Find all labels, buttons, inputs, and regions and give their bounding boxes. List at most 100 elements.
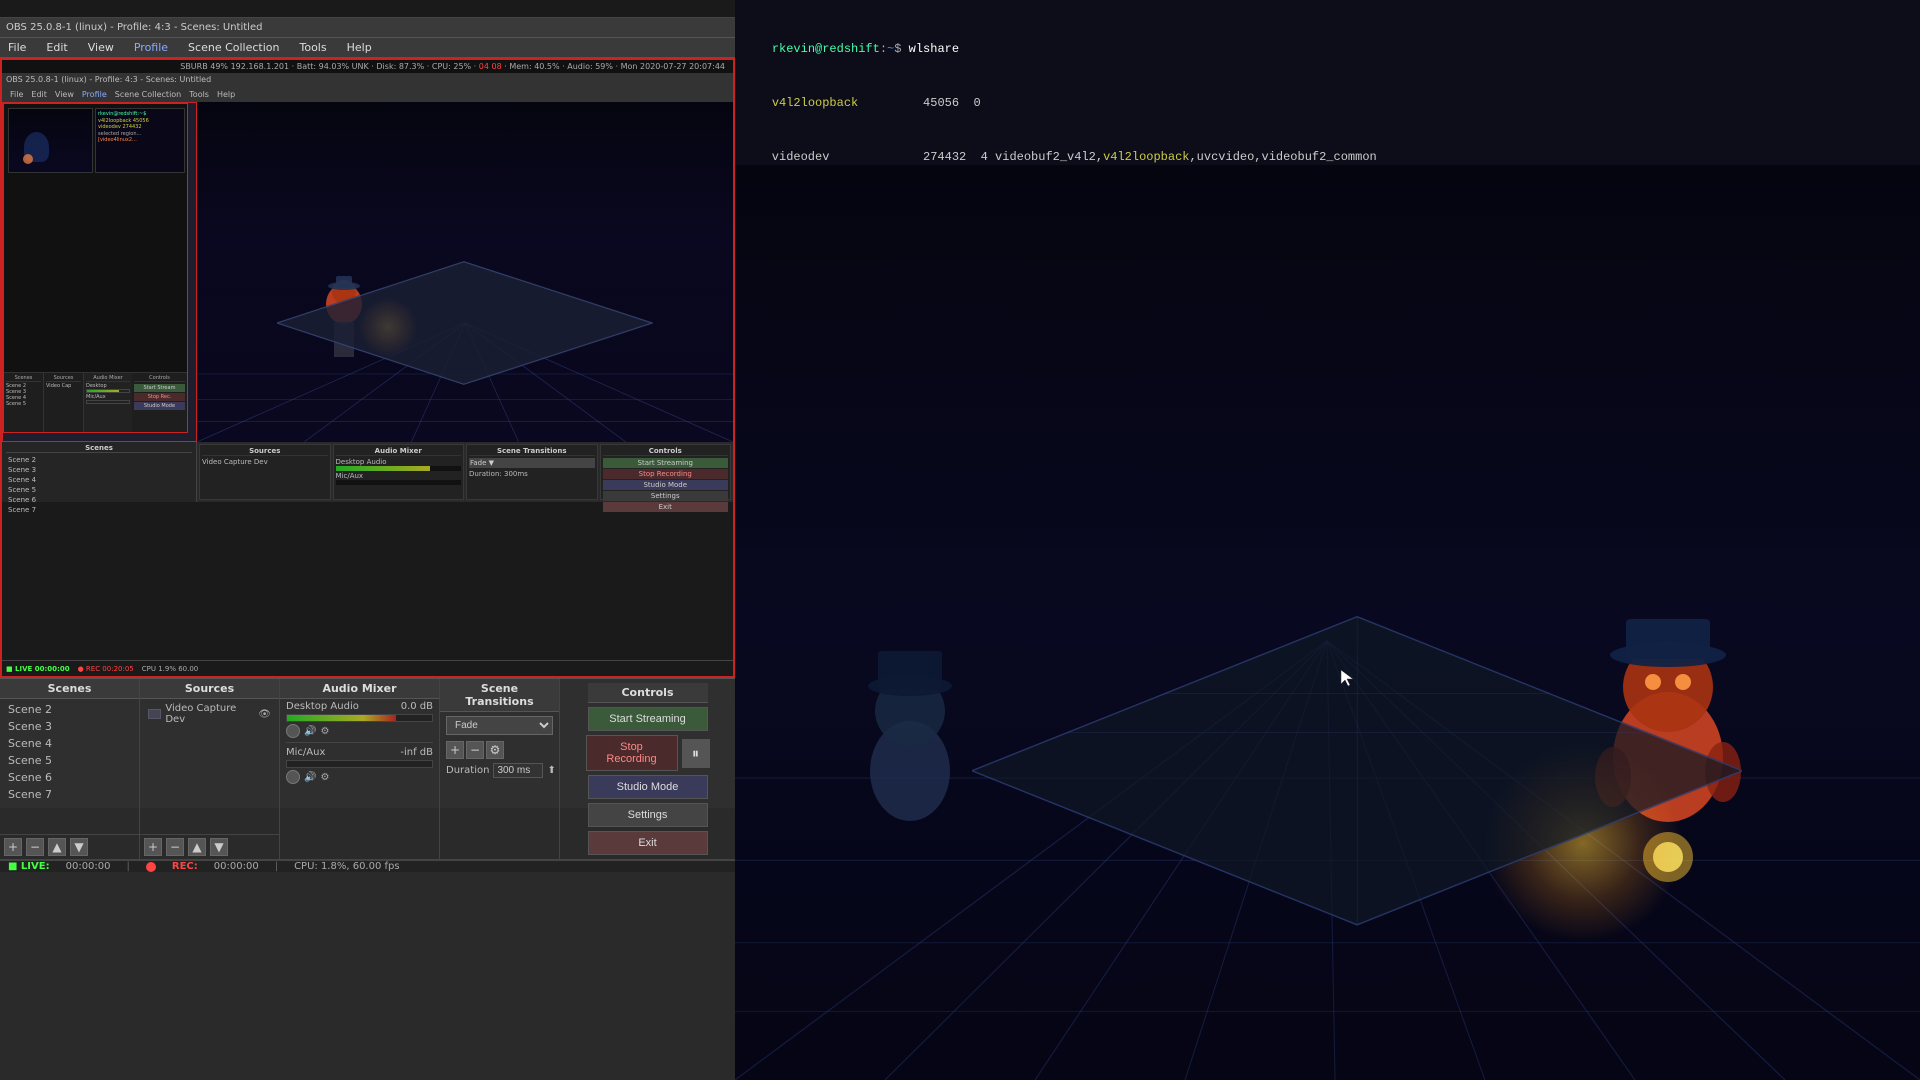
menu-help[interactable]: Help <box>343 41 376 54</box>
mic-aux-controls: 🔊 ⚙ <box>286 770 433 784</box>
stop-recording-button[interactable]: Stop Recording <box>586 735 678 771</box>
audio-mixer-header: Audio Mixer <box>280 679 439 699</box>
scenes-list: Scene 2 Scene 3 Scene 4 Scene 5 Scene 6 … <box>0 699 139 834</box>
inner-cpu: CPU 1.9% 60.00 <box>142 665 199 673</box>
inner-sources: Sources Video Capture Dev <box>199 444 331 500</box>
terminal-line-2: v4l2loopback 45056 0 <box>743 76 1912 130</box>
duration-input[interactable] <box>493 763 543 778</box>
desktop-settings-icon[interactable]: ⚙ <box>320 726 329 737</box>
start-streaming-button[interactable]: Start Streaming <box>588 707 708 731</box>
scenes-add-btn[interactable]: + <box>4 838 22 856</box>
obs-titlebar: OBS 25.0.8-1 (linux) - Profile: 4:3 - Sc… <box>0 18 735 38</box>
sources-up-btn[interactable]: ▲ <box>188 838 206 856</box>
terminal-line-1: rkevin@redshift:~$ wlshare <box>743 22 1912 76</box>
obs-statusbar: ■ LIVE: 00:00:00 | REC: 00:00:00 | CPU: … <box>0 860 735 872</box>
game-scene-large <box>735 165 1920 1080</box>
inner-left-panel: rkevin@redshift:~$ v4l2loopback 45056 vi… <box>2 102 197 442</box>
audio-mixer: Audio Mixer Desktop Audio 0.0 dB 🔊 ⚙ <box>280 679 440 859</box>
desktop-volume-knob[interactable] <box>286 724 300 738</box>
inner-obs-menu: File Edit View Profile Scene Collection … <box>2 88 733 102</box>
scene-item-7[interactable]: Scene 7 <box>0 786 139 803</box>
transition-select[interactable]: Fade Cut Swipe <box>446 716 553 735</box>
scenes-up-btn[interactable]: ▲ <box>48 838 66 856</box>
scene-item-6[interactable]: Scene 6 <box>0 769 139 786</box>
inner-controls-area: Sources Video Capture Dev Audio Mixer De… <box>197 442 733 502</box>
inner-obs-titlebar: OBS 25.0.8-1 (linux) - Profile: 4:3 - Sc… <box>2 73 733 88</box>
exit-button[interactable]: Exit <box>588 831 708 855</box>
scene-item-2[interactable]: Scene 2 <box>0 701 139 718</box>
desktop-audio-bar <box>286 714 433 722</box>
inner-audio: Audio Mixer Desktop Audio Mic/Aux <box>333 444 465 500</box>
obs-title: OBS 25.0.8-1 (linux) - Profile: 4:3 - Sc… <box>6 22 262 33</box>
scene-item-3[interactable]: Scene 3 <box>0 718 139 735</box>
mic-aux-bar <box>286 760 433 768</box>
menu-scene-collection[interactable]: Scene Collection <box>184 41 283 54</box>
pause-recording-button[interactable]: ⏸ <box>682 739 710 768</box>
scenes-panel: Scenes Scene 2 Scene 3 Scene 4 Scene 5 S… <box>0 679 140 859</box>
sources-panel: Sources Video Capture Dev 👁 + − ▲ ▼ <box>140 679 280 859</box>
inner-controls: Controls Start Streaming Stop Recording … <box>600 444 732 500</box>
rec-dot <box>146 862 156 872</box>
inner-scenes-sub: Scenes Scene 2 Scene 3 Scene 4 Scene 5 S… <box>2 442 197 502</box>
menu-view[interactable]: View <box>84 41 118 54</box>
source-item-video-capture[interactable]: Video Capture Dev 👁 <box>140 701 279 727</box>
source-monitor-icon <box>148 709 161 719</box>
studio-mode-button[interactable]: Studio Mode <box>588 775 708 799</box>
inner-rec-indicator: ● REC 00:20:05 <box>78 665 134 673</box>
obs-menubar[interactable]: File Edit View Profile Scene Collection … <box>0 38 735 58</box>
inner-bottom-panels: Scenes Scene 2 Scene 3 Scene 4 Scene 5 S… <box>2 442 733 502</box>
duration-spinner[interactable]: ⬆ <box>547 765 555 776</box>
scenes-remove-btn[interactable]: − <box>26 838 44 856</box>
mouse-cursor <box>1339 668 1359 688</box>
rec-label: REC: <box>172 861 198 872</box>
mic-mute-icon[interactable]: 🔊 <box>304 772 316 783</box>
inner-scene-transitions: Scene Transitions Fade ▼ Duration: 300ms <box>466 444 598 500</box>
transition-add-btn[interactable]: + <box>446 741 464 759</box>
mic-volume-knob[interactable] <box>286 770 300 784</box>
menu-profile[interactable]: Profile <box>130 41 172 54</box>
duration-row: Duration ⬆ <box>440 761 559 780</box>
inner-obs-title: OBS 25.0.8-1 (linux) - Profile: 4:3 - Sc… <box>6 75 211 84</box>
sources-toolbar: + − ▲ ▼ <box>140 834 279 859</box>
menu-edit[interactable]: Edit <box>42 41 71 54</box>
sources-list: Video Capture Dev 👁 <box>140 699 279 834</box>
sources-header: Sources <box>140 679 279 699</box>
inner-right-panel <box>197 102 733 442</box>
sources-remove-btn[interactable]: − <box>166 838 184 856</box>
controls-header: Controls <box>588 683 708 703</box>
mic-aux-track: Mic/Aux -inf dB 🔊 ⚙ <box>280 745 439 786</box>
mic-aux-label: Mic/Aux -inf dB <box>286 747 433 758</box>
mic-settings-icon[interactable]: ⚙ <box>320 772 329 783</box>
desktop-mute-icon[interactable]: 🔊 <box>304 726 316 737</box>
record-row: Stop Recording ⏸ <box>586 735 710 771</box>
scene-item-4[interactable]: Scene 4 <box>0 735 139 752</box>
obs-bottom: Scenes Scene 2 Scene 3 Scene 4 Scene 5 S… <box>0 678 735 808</box>
sources-down-btn[interactable]: ▼ <box>210 838 228 856</box>
inner-top-bar: SBURB 49% 192.168.1.201 · Batt: 94.03% U… <box>2 60 733 73</box>
inner-statusbar: ■ LIVE 00:00:00 ● REC 00:20:05 CPU 1.9% … <box>2 660 733 676</box>
inner-preview-area: rkevin@redshift:~$ v4l2loopback 45056 vi… <box>2 102 733 442</box>
inner-nested-obs: rkevin@redshift:~$ v4l2loopback 45056 vi… <box>3 103 188 433</box>
cpu-status: CPU: 1.8%, 60.00 fps <box>294 861 400 872</box>
menu-tools[interactable]: Tools <box>296 41 331 54</box>
desktop-audio-level: 0.0 dB <box>401 701 433 712</box>
desktop-audio-controls: 🔊 ⚙ <box>286 724 433 738</box>
desktop-audio-label: Desktop Audio 0.0 dB <box>286 701 433 712</box>
panels-row: Scenes Scene 2 Scene 3 Scene 4 Scene 5 S… <box>0 679 735 860</box>
desktop-audio-fill <box>287 715 396 721</box>
menu-file[interactable]: File <box>4 41 30 54</box>
mic-aux-name: Mic/Aux <box>286 747 325 758</box>
scene-item-5[interactable]: Scene 5 <box>0 752 139 769</box>
transition-settings-btn[interactable]: ⚙ <box>486 741 504 759</box>
live-indicator: ■ LIVE: <box>8 861 50 872</box>
scene-transitions-header: Scene Transitions <box>440 679 559 712</box>
sources-add-btn[interactable]: + <box>144 838 162 856</box>
mic-aux-level: -inf dB <box>400 747 433 758</box>
transition-remove-btn[interactable]: − <box>466 741 484 759</box>
obs-preview: SBURB 49% 192.168.1.201 · Batt: 94.03% U… <box>0 58 735 678</box>
settings-button[interactable]: Settings <box>588 803 708 827</box>
scenes-down-btn[interactable]: ▼ <box>70 838 88 856</box>
source-eye-icon[interactable]: 👁 <box>258 709 271 720</box>
scene-transitions-panel: Scene Transitions Fade Cut Swipe + − ⚙ D… <box>440 679 560 859</box>
duration-label: Duration <box>446 765 489 776</box>
